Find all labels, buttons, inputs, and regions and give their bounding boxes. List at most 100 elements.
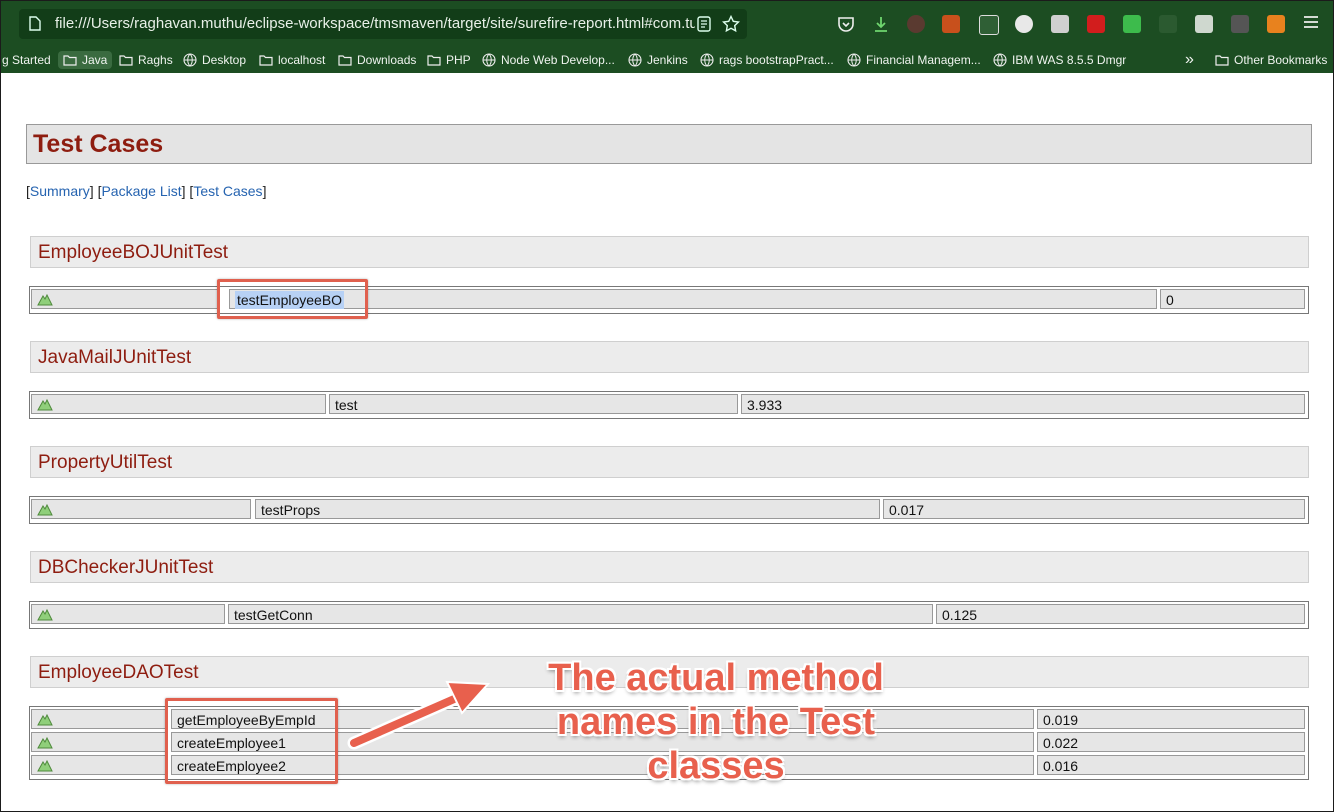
time-cell: 0.022 bbox=[1037, 732, 1305, 752]
section-title: EmployeeBOJUnitTest bbox=[38, 242, 229, 263]
status-cell bbox=[31, 732, 167, 752]
bookmark-label: Other Bookmarks bbox=[1234, 53, 1328, 67]
method-cell[interactable]: testProps bbox=[255, 499, 880, 519]
bookmark-label: Desktop bbox=[202, 53, 247, 67]
reader-view-icon[interactable] bbox=[696, 16, 712, 32]
hamburger-menu-icon[interactable] bbox=[1303, 14, 1319, 30]
bookmark-jenkins[interactable]: Jenkins bbox=[628, 51, 688, 69]
success-icon bbox=[37, 503, 53, 516]
bookmark-label: Financial Managem... bbox=[866, 53, 981, 67]
test-table: test 3.933 bbox=[29, 391, 1309, 419]
success-icon bbox=[37, 608, 53, 621]
folder-icon bbox=[1215, 55, 1229, 66]
bookmarks-toolbar: g Started Java Raghs Desktop localhost D… bbox=[1, 47, 1333, 73]
bookmarks-overflow-chevron-icon[interactable]: » bbox=[1185, 51, 1194, 69]
folder-icon bbox=[119, 55, 133, 66]
globe-icon bbox=[482, 53, 496, 67]
bracket: ] bbox=[262, 183, 267, 199]
red-extension-icon[interactable] bbox=[1087, 15, 1105, 33]
bookmark-rags-bootstrap[interactable]: rags bootstrapPract... bbox=[700, 51, 834, 69]
bookmark-localhost[interactable]: localhost bbox=[259, 51, 325, 69]
bookmark-desktop[interactable]: Desktop bbox=[183, 51, 246, 69]
section-title: JavaMailJUnitTest bbox=[38, 347, 192, 368]
browser-toolbar: file:///Users/raghavan.muthu/eclipse-wor… bbox=[1, 1, 1333, 47]
bookmark-label: PHP bbox=[446, 53, 471, 67]
globe-icon bbox=[628, 53, 642, 67]
callout-line: The actual method bbox=[548, 657, 884, 699]
bookmark-financial[interactable]: Financial Managem... bbox=[847, 51, 981, 69]
bookmark-java[interactable]: Java bbox=[58, 51, 113, 69]
browser-window: file:///Users/raghavan.muthu/eclipse-wor… bbox=[0, 0, 1334, 812]
status-cell bbox=[31, 394, 326, 414]
time-cell: 0.017 bbox=[883, 499, 1305, 519]
section-heading: JavaMailJUnitTest bbox=[30, 341, 1309, 373]
section-heading: DBCheckerJUnitTest bbox=[30, 551, 1309, 583]
status-cell bbox=[31, 709, 167, 729]
callout-line: names in the Test bbox=[556, 701, 876, 743]
success-icon bbox=[37, 713, 53, 726]
method-cell[interactable]: testEmployeeBO bbox=[229, 289, 1157, 309]
section-heading: EmployeeBOJUnitTest bbox=[30, 236, 1309, 268]
table-row: testGetConn 0.125 bbox=[31, 604, 1307, 626]
extension-gear-icon[interactable] bbox=[942, 15, 960, 33]
bookmark-other-bookmarks[interactable]: Other Bookmarks bbox=[1215, 51, 1327, 69]
success-icon bbox=[37, 759, 53, 772]
pocket-icon[interactable] bbox=[837, 15, 855, 33]
test-table: testGetConn 0.125 bbox=[29, 601, 1309, 629]
bookmark-label: rags bootstrapPract... bbox=[719, 53, 834, 67]
folder-icon bbox=[63, 55, 77, 66]
file-icon bbox=[29, 16, 41, 31]
package-list-link[interactable]: Package List bbox=[101, 183, 181, 199]
wand-extension-icon[interactable] bbox=[1231, 15, 1249, 33]
globe-icon bbox=[847, 53, 861, 67]
time-cell: 0.125 bbox=[936, 604, 1305, 624]
section-title: EmployeeDAOTest bbox=[38, 662, 199, 683]
success-icon bbox=[37, 398, 53, 411]
status-cell bbox=[31, 499, 251, 519]
bookmark-star-icon[interactable] bbox=[722, 15, 740, 33]
download-icon[interactable] bbox=[872, 15, 890, 33]
bookmark-label: IBM WAS 8.5.5 Dmgr bbox=[1012, 53, 1127, 67]
save-extension-icon[interactable] bbox=[1195, 15, 1213, 33]
bracket: ] bbox=[89, 183, 94, 199]
clipboard-icon[interactable] bbox=[979, 15, 999, 35]
page-title-bar: Test Cases bbox=[26, 124, 1312, 164]
address-bar[interactable]: file:///Users/raghavan.muthu/eclipse-wor… bbox=[19, 9, 747, 39]
method-cell[interactable]: testGetConn bbox=[228, 604, 933, 624]
summary-link[interactable]: Summary bbox=[30, 183, 90, 199]
bookmark-label: Downloads bbox=[357, 53, 417, 67]
bookmark-label: Jenkins bbox=[647, 53, 688, 67]
extension-icon[interactable] bbox=[1015, 15, 1033, 33]
table-row: testProps 0.017 bbox=[31, 499, 1307, 521]
bookmark-getting-started[interactable]: g Started bbox=[2, 51, 51, 69]
green-extension-icon[interactable] bbox=[1123, 15, 1141, 33]
highlight-box bbox=[217, 279, 368, 319]
eye-extension-icon[interactable] bbox=[1159, 15, 1177, 33]
fox-extension-icon[interactable] bbox=[1267, 15, 1285, 33]
profile-avatar-icon[interactable] bbox=[907, 15, 925, 33]
url-text[interactable]: file:///Users/raghavan.muthu/eclipse-wor… bbox=[55, 15, 695, 32]
bookmark-ibm-was[interactable]: IBM WAS 8.5.5 Dmgr bbox=[993, 51, 1126, 69]
test-table: testProps 0.017 bbox=[29, 496, 1309, 524]
library-icon[interactable] bbox=[1051, 15, 1069, 33]
status-cell bbox=[31, 755, 167, 775]
test-cases-link[interactable]: Test Cases bbox=[193, 183, 262, 199]
time-cell: 0.016 bbox=[1037, 755, 1305, 775]
status-cell bbox=[31, 604, 225, 624]
time-cell: 0.019 bbox=[1037, 709, 1305, 729]
success-icon bbox=[37, 736, 53, 749]
bookmark-raghs[interactable]: Raghs bbox=[119, 51, 173, 69]
time-cell: 0 bbox=[1160, 289, 1305, 309]
highlight-box bbox=[165, 698, 338, 784]
section-heading: PropertyUtilTest bbox=[30, 446, 1309, 478]
section-title: DBCheckerJUnitTest bbox=[38, 557, 214, 578]
bookmark-downloads[interactable]: Downloads bbox=[338, 51, 416, 69]
folder-icon bbox=[259, 55, 273, 66]
bookmark-label: Raghs bbox=[138, 53, 173, 67]
bookmark-node[interactable]: Node Web Develop... bbox=[482, 51, 615, 69]
bookmark-php[interactable]: PHP bbox=[427, 51, 471, 69]
page-title: Test Cases bbox=[33, 130, 164, 158]
method-cell[interactable]: test bbox=[329, 394, 738, 414]
bookmark-label: Java bbox=[82, 53, 108, 67]
time-cell: 3.933 bbox=[741, 394, 1305, 414]
